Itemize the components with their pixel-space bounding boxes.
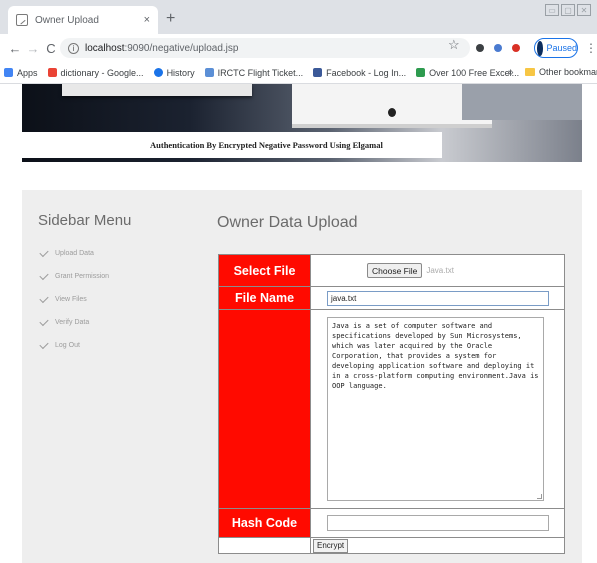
check-icon [39, 270, 49, 280]
folder-icon [525, 68, 535, 76]
browser-chrome: Owner Upload × + ▭ ▢ ✕ ← → C i localhost… [0, 0, 597, 84]
excel-icon [416, 68, 426, 77]
bookmark-item[interactable]: History [153, 67, 195, 78]
sidebar-item-upload-data[interactable]: Upload Data [39, 242, 109, 265]
url-host: localhost [85, 42, 125, 54]
bookmarks-bar: Apps dictionary - Google... History IRCT… [0, 62, 597, 84]
sidebar-item-label: View Files [55, 296, 87, 303]
upload-form: Select File Choose File Java.txt File Na… [218, 254, 565, 554]
hash-code-label: Hash Code [218, 508, 311, 538]
page-favicon-icon [16, 14, 28, 26]
content-label [218, 309, 311, 509]
encrypt-button[interactable]: Encrypt [313, 538, 349, 553]
banner-paper [62, 84, 252, 96]
hash-code-cell [310, 508, 565, 538]
extension-icon[interactable] [476, 44, 484, 52]
profile-button[interactable]: Paused [534, 38, 578, 58]
bookmark-item[interactable]: Apps [4, 68, 38, 78]
forward-icon[interactable]: → [24, 41, 42, 56]
extension-icon[interactable] [512, 44, 520, 52]
banner-caption: Authentication By Encrypted Negative Pas… [22, 132, 442, 158]
banner-screen [462, 84, 582, 120]
bookmark-item[interactable]: Facebook - Log In... [313, 68, 406, 78]
bookmark-label: History [166, 67, 195, 78]
tab-title: Owner Upload [35, 14, 99, 26]
sidebar-item-verify-data[interactable]: Verify Data [39, 311, 109, 334]
chosen-file-name: Java.txt [426, 266, 454, 275]
back-icon[interactable]: ← [6, 41, 24, 56]
more-bookmarks-icon[interactable]: » [508, 67, 514, 78]
bookmark-label: Facebook - Log In... [326, 67, 407, 78]
window-controls: ▭ ▢ ✕ [545, 4, 591, 16]
sidebar-item-label: Grant Permission [55, 273, 110, 280]
file-name-label: File Name [218, 286, 311, 310]
bookmark-star-icon[interactable]: ☆ [448, 37, 460, 53]
encrypt-cell: Encrypt [310, 537, 565, 554]
check-icon [39, 339, 49, 349]
facebook-icon [313, 68, 323, 77]
tab-close-icon[interactable]: × [144, 14, 150, 26]
irctc-icon [204, 68, 214, 77]
page-viewport: Authentication By Encrypted Negative Pas… [0, 84, 597, 563]
apple-logo-icon [388, 108, 396, 117]
profile-avatar-icon [537, 40, 544, 56]
choose-file-button[interactable]: Choose File [367, 263, 423, 278]
new-tab-icon[interactable]: + [166, 10, 175, 28]
site-info-icon[interactable]: i [68, 42, 79, 54]
bookmark-item[interactable]: IRCTC Flight Ticket... [204, 67, 304, 78]
tab-strip: Owner Upload × + ▭ ▢ ✕ [0, 0, 597, 34]
check-icon [39, 293, 49, 303]
bookmark-label: dictionary - Google... [60, 67, 144, 78]
close-window-icon[interactable]: ✕ [577, 4, 591, 16]
address-bar[interactable]: i localhost :9090/negative/upload.jsp [60, 38, 470, 58]
bookmark-label: Apps [17, 67, 38, 78]
bookmark-label: Over 100 Free Excel... [429, 67, 520, 78]
history-icon [153, 68, 163, 77]
sidebar-item-view-files[interactable]: View Files [39, 288, 109, 311]
content-area: Sidebar Menu Upload Data Grant Permissio… [22, 190, 582, 563]
maximize-icon[interactable]: ▢ [561, 4, 575, 16]
other-bookmarks[interactable]: Other bookmarks [525, 67, 597, 77]
file-name-input[interactable]: java.txt [327, 290, 549, 306]
other-bookmarks-label: Other bookmarks [539, 67, 597, 77]
file-name-cell: java.txt [310, 286, 565, 310]
select-file-cell: Choose File Java.txt [310, 254, 565, 287]
browser-menu-icon[interactable]: ⋮ [585, 41, 597, 55]
sidebar-item-label: Verify Data [55, 319, 90, 326]
bookmark-label: IRCTC Flight Ticket... [217, 67, 304, 78]
file-content-text: Java is a set of computer software and s… [332, 322, 539, 390]
sidebar-item-grant-permission[interactable]: Grant Permission [39, 265, 110, 288]
profile-status: Paused [546, 43, 577, 53]
file-content-textarea[interactable]: Java is a set of computer software and s… [327, 317, 544, 501]
sidebar-menu: Upload Data Grant Permission View Files … [39, 242, 110, 357]
resize-handle-icon[interactable] [537, 494, 542, 499]
check-icon [39, 316, 49, 326]
reload-icon[interactable]: C [42, 41, 60, 56]
google-icon [47, 68, 57, 77]
hash-code-input[interactable] [327, 515, 549, 531]
sidebar-item-label: Log Out [55, 342, 80, 349]
empty-cell [218, 537, 311, 554]
apps-icon [4, 68, 13, 77]
sidebar-item-label: Upload Data [55, 250, 94, 257]
bookmark-item[interactable]: dictionary - Google... [47, 67, 144, 78]
bookmark-item[interactable]: Over 100 Free Excel... [416, 68, 519, 78]
browser-toolbar: ← → C i localhost :9090/negative/upload.… [0, 34, 597, 62]
sidebar-title: Sidebar Menu [38, 212, 132, 229]
select-file-label: Select File [218, 254, 311, 287]
sidebar-item-log-out[interactable]: Log Out [39, 334, 109, 357]
browser-tab[interactable]: Owner Upload × [8, 6, 158, 34]
check-icon [39, 247, 49, 257]
minimize-icon[interactable]: ▭ [545, 4, 559, 16]
page-title: Owner Data Upload [217, 214, 358, 231]
url-path: :9090/negative/upload.jsp [124, 42, 239, 54]
extension-icon[interactable] [494, 44, 502, 52]
content-cell: Java is a set of computer software and s… [310, 309, 565, 509]
